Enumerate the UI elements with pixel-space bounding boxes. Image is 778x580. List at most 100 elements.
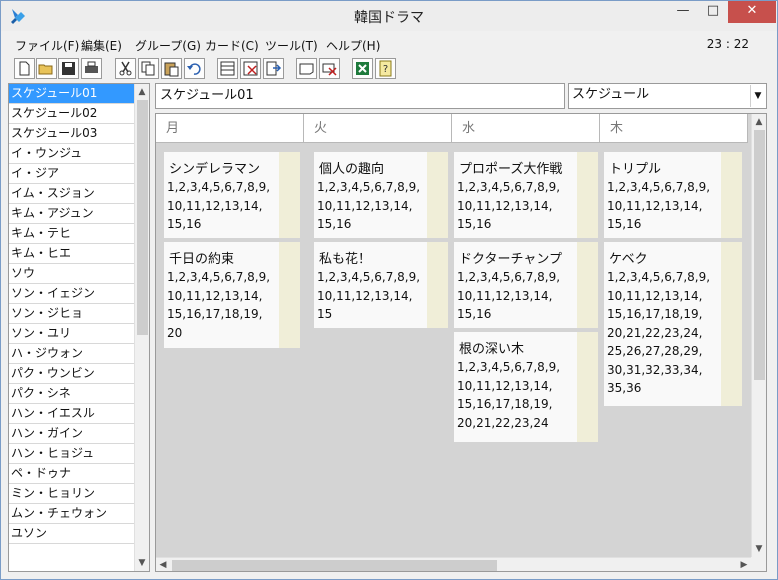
board-horizontal-scrollbar[interactable]: ◀ ▶ <box>156 557 751 571</box>
sidebar-item[interactable]: ハン・ガイン <box>9 424 134 444</box>
menu-tool[interactable]: ツール(T) <box>265 37 318 54</box>
group-icon[interactable] <box>296 58 317 79</box>
undo-icon[interactable] <box>184 58 205 79</box>
card-episodes: 1,2,3,4,5,6,7,8,9, 10,11,12,13,14, 15,16 <box>607 180 711 231</box>
menu-edit[interactable]: 編集(E) <box>81 37 122 54</box>
card-episodes: 1,2,3,4,5,6,7,8,9, 10,11,12,13,14, 15,16… <box>167 270 271 340</box>
open-folder-icon[interactable] <box>36 58 57 79</box>
card-list-icon[interactable] <box>217 58 238 79</box>
cut-icon[interactable] <box>115 58 136 79</box>
group-delete-icon[interactable] <box>319 58 340 79</box>
menu-file[interactable]: ファイル(F) <box>15 37 79 54</box>
sidebar-item[interactable]: スケジュール03 <box>9 124 134 144</box>
card-title: ケベク <box>609 252 648 267</box>
sidebar-item[interactable]: イ・ジア <box>9 164 134 184</box>
scroll-corner <box>751 557 766 571</box>
sidebar-item[interactable]: キム・ヒエ <box>9 244 134 264</box>
card-episodes: 1,2,3,4,5,6,7,8,9, 10,11,12,13,14, 15,16 <box>457 180 561 231</box>
svg-text:?: ? <box>383 64 388 75</box>
drama-card[interactable]: ケベク 1,2,3,4,5,6,7,8,9, 10,11,12,13,14, 1… <box>604 242 742 406</box>
card-episodes: 1,2,3,4,5,6,7,8,9, 10,11,12,13,14, 15 <box>317 270 421 321</box>
sidebar-item[interactable]: スケジュール01 <box>9 84 134 104</box>
maximize-button[interactable]: □ <box>698 1 728 23</box>
drama-card[interactable]: シンデレラマン 1,2,3,4,5,6,7,8,9, 10,11,12,13,1… <box>164 152 300 238</box>
board-vertical-scrollbar[interactable]: ▲ ▼ <box>751 114 766 557</box>
sidebar-scroll-thumb[interactable] <box>137 100 148 335</box>
minimize-button[interactable]: — <box>668 1 698 23</box>
menu-help[interactable]: ヘルプ(H) <box>326 37 380 54</box>
card-title: 根の深い木 <box>459 342 525 357</box>
card-move-icon[interactable] <box>263 58 284 79</box>
close-button[interactable]: ✕ <box>728 1 776 23</box>
column-header-thu[interactable]: 木 <box>600 114 748 143</box>
scroll-left-icon[interactable]: ◀ <box>156 560 170 570</box>
column-header-wed[interactable]: 水 <box>452 114 600 143</box>
sidebar-item[interactable]: ソン・ユリ <box>9 324 134 344</box>
scroll-up-icon[interactable]: ▲ <box>752 117 766 127</box>
menu-group[interactable]: グループ(G) <box>135 37 201 54</box>
sidebar-item[interactable]: スケジュール02 <box>9 104 134 124</box>
sidebar-item[interactable]: ソン・ジヒョ <box>9 304 134 324</box>
help-icon[interactable]: ? <box>375 58 396 79</box>
paste-icon[interactable] <box>161 58 182 79</box>
scroll-right-icon[interactable]: ▶ <box>737 560 751 570</box>
card-title: プロポーズ大作戦 <box>459 162 563 177</box>
menu-bar: ファイル(F) 編集(E) グループ(G) カード(C) ツール(T) ヘルプ(… <box>1 33 777 55</box>
clock: 23 : 22 <box>706 37 749 51</box>
chevron-down-icon[interactable]: ▼ <box>750 85 765 107</box>
sidebar-item[interactable]: ミン・ヒョリン <box>9 484 134 504</box>
drama-card[interactable]: 個人の趣向 1,2,3,4,5,6,7,8,9, 10,11,12,13,14,… <box>314 152 448 238</box>
title-bar: 韓国ドラマ — □ ✕ <box>1 1 777 31</box>
drama-card[interactable]: 私も花！ 1,2,3,4,5,6,7,8,9, 10,11,12,13,14, … <box>314 242 448 328</box>
scroll-down-icon[interactable]: ▼ <box>752 544 766 554</box>
board-hscroll-thumb[interactable] <box>172 560 497 571</box>
drama-card[interactable]: トリプル 1,2,3,4,5,6,7,8,9, 10,11,12,13,14, … <box>604 152 742 238</box>
column-header-tue[interactable]: 火 <box>304 114 452 143</box>
sidebar-item[interactable]: ハン・イエスル <box>9 404 134 424</box>
column-header-mon[interactable]: 月 <box>156 114 304 143</box>
sidebar-item[interactable]: イム・スジョン <box>9 184 134 204</box>
sidebar-item[interactable]: キム・アジュン <box>9 204 134 224</box>
sidebar-item[interactable]: ソン・イェジン <box>9 284 134 304</box>
card-title: トリプル <box>609 162 662 177</box>
sidebar-item[interactable]: ハ・ジウォン <box>9 344 134 364</box>
sidebar-scrollbar[interactable]: ▲ ▼ <box>134 84 149 571</box>
drama-card[interactable]: 千日の約束 1,2,3,4,5,6,7,8,9, 10,11,12,13,14,… <box>164 242 300 348</box>
sidebar-item[interactable]: パク・ウンビン <box>9 364 134 384</box>
new-file-icon[interactable] <box>14 58 35 79</box>
sidebar-item[interactable]: キム・テヒ <box>9 224 134 244</box>
save-icon[interactable] <box>58 58 79 79</box>
card-episodes: 1,2,3,4,5,6,7,8,9, 10,11,12,13,14, 15,16… <box>457 360 561 430</box>
card-title: シンデレラマン <box>169 162 261 177</box>
schedule-board: 月 火 水 木 シンデレラマン 1,2,3,4,5,6,7,8,9, 10,11… <box>155 113 767 572</box>
drama-card[interactable]: ドクターチャンプ 1,2,3,4,5,6,7,8,9, 10,11,12,13,… <box>454 242 598 328</box>
menu-card[interactable]: カード(C) <box>205 37 259 54</box>
sidebar-item[interactable]: ハン・ヒョジュ <box>9 444 134 464</box>
drama-card[interactable]: 根の深い木 1,2,3,4,5,6,7,8,9, 10,11,12,13,14,… <box>454 332 598 442</box>
card-title: 私も花！ <box>319 252 372 267</box>
schedule-name-field[interactable]: スケジュール01 <box>155 83 565 109</box>
sidebar-item[interactable]: ユソン <box>9 524 134 544</box>
excel-icon[interactable] <box>352 58 373 79</box>
app-window: 韓国ドラマ — □ ✕ ファイル(F) 編集(E) グループ(G) カード(C)… <box>0 0 778 580</box>
print-icon[interactable] <box>81 58 102 79</box>
toolbar: ? <box>1 57 777 81</box>
sidebar-item[interactable]: ソウ <box>9 264 134 284</box>
card-episodes: 1,2,3,4,5,6,7,8,9, 10,11,12,13,14, 15,16 <box>317 180 421 231</box>
sidebar-item[interactable]: パク・シネ <box>9 384 134 404</box>
sidebar-item[interactable]: ムン・チェウォン <box>9 504 134 524</box>
scroll-up-icon[interactable]: ▲ <box>135 87 149 97</box>
drama-card[interactable]: プロポーズ大作戦 1,2,3,4,5,6,7,8,9, 10,11,12,13,… <box>454 152 598 238</box>
card-title: 千日の約束 <box>169 252 235 267</box>
sidebar-list: スケジュール01 スケジュール02 スケジュール03 イ・ウンジュ イ・ジア イ… <box>8 83 150 572</box>
view-select-value: スケジュール <box>572 87 650 102</box>
scroll-down-icon[interactable]: ▼ <box>135 558 149 568</box>
copy-icon[interactable] <box>138 58 159 79</box>
card-title: 個人の趣向 <box>319 162 385 177</box>
sidebar-item[interactable]: イ・ウンジュ <box>9 144 134 164</box>
card-delete-icon[interactable] <box>240 58 261 79</box>
card-episodes: 1,2,3,4,5,6,7,8,9, 10,11,12,13,14, 15,16… <box>607 270 711 395</box>
view-select[interactable]: スケジュール ▼ <box>568 83 767 109</box>
sidebar-item[interactable]: ペ・ドゥナ <box>9 464 134 484</box>
board-vscroll-thumb[interactable] <box>754 130 765 380</box>
